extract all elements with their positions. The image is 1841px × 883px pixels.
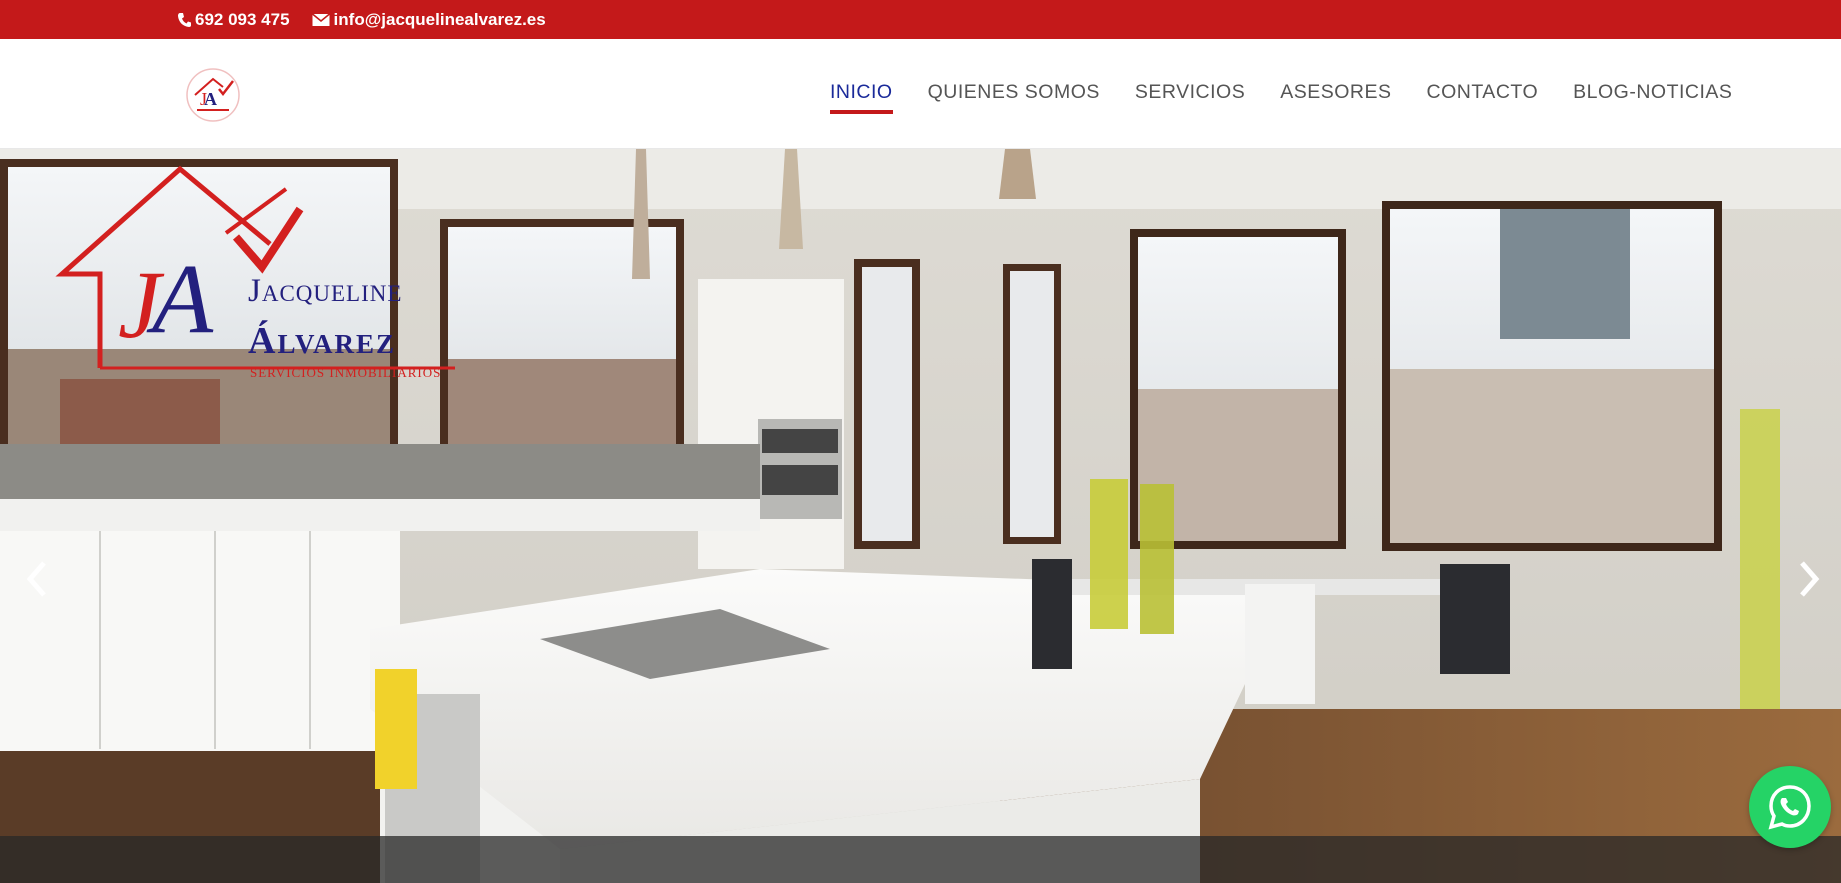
phone-number: 692 093 475 xyxy=(195,9,290,29)
nav-quienes-somos[interactable]: QUIENES SOMOS xyxy=(928,75,1100,114)
main-navigation: INICIO QUIENES SOMOS SERVICIOS ASESORES … xyxy=(830,39,1767,149)
top-contact-bar: 692 093 475 info@jacquelinealvarez.es xyxy=(0,0,1841,39)
email-address: info@jacquelinealvarez.es xyxy=(333,9,546,29)
nav-blog-noticias[interactable]: BLOG-NOTICIAS xyxy=(1573,75,1732,114)
brand-logo: J A Jacqueline Álvarez SERVICIOS INMOBIL… xyxy=(0,149,480,389)
chevron-right-icon xyxy=(1800,561,1820,597)
site-header: A J INICIO QUIENES SOMOS SERVICIOS ASESO… xyxy=(0,39,1841,149)
whatsapp-button[interactable] xyxy=(1749,766,1831,848)
email-link[interactable]: info@jacquelinealvarez.es xyxy=(311,9,546,30)
chevron-left-icon xyxy=(26,561,46,597)
logo-line-2: Álvarez xyxy=(248,320,397,362)
envelope-icon xyxy=(311,12,330,27)
slider-bottom-bar xyxy=(0,836,1841,883)
ja-house-logo-icon[interactable]: A J xyxy=(185,67,241,123)
phone-icon xyxy=(177,12,191,28)
logo-line-3: SERVICIOS INMOBILIARIOS xyxy=(250,365,442,380)
slider-prev-button[interactable] xyxy=(16,549,56,609)
whatsapp-icon xyxy=(1768,785,1811,830)
slider-next-button[interactable] xyxy=(1790,549,1830,609)
svg-text:J: J xyxy=(200,89,207,109)
nav-asesores[interactable]: ASESORES xyxy=(1280,75,1391,114)
nav-inicio[interactable]: INICIO xyxy=(830,75,893,114)
monogram-a: A xyxy=(152,243,214,354)
hero-slider: J A Jacqueline Álvarez SERVICIOS INMOBIL… xyxy=(0,149,1841,883)
nav-servicios[interactable]: SERVICIOS xyxy=(1135,75,1245,114)
logo-line-1: Jacqueline xyxy=(248,273,403,309)
phone-link[interactable]: 692 093 475 xyxy=(177,10,290,30)
nav-contacto[interactable]: CONTACTO xyxy=(1427,75,1539,114)
